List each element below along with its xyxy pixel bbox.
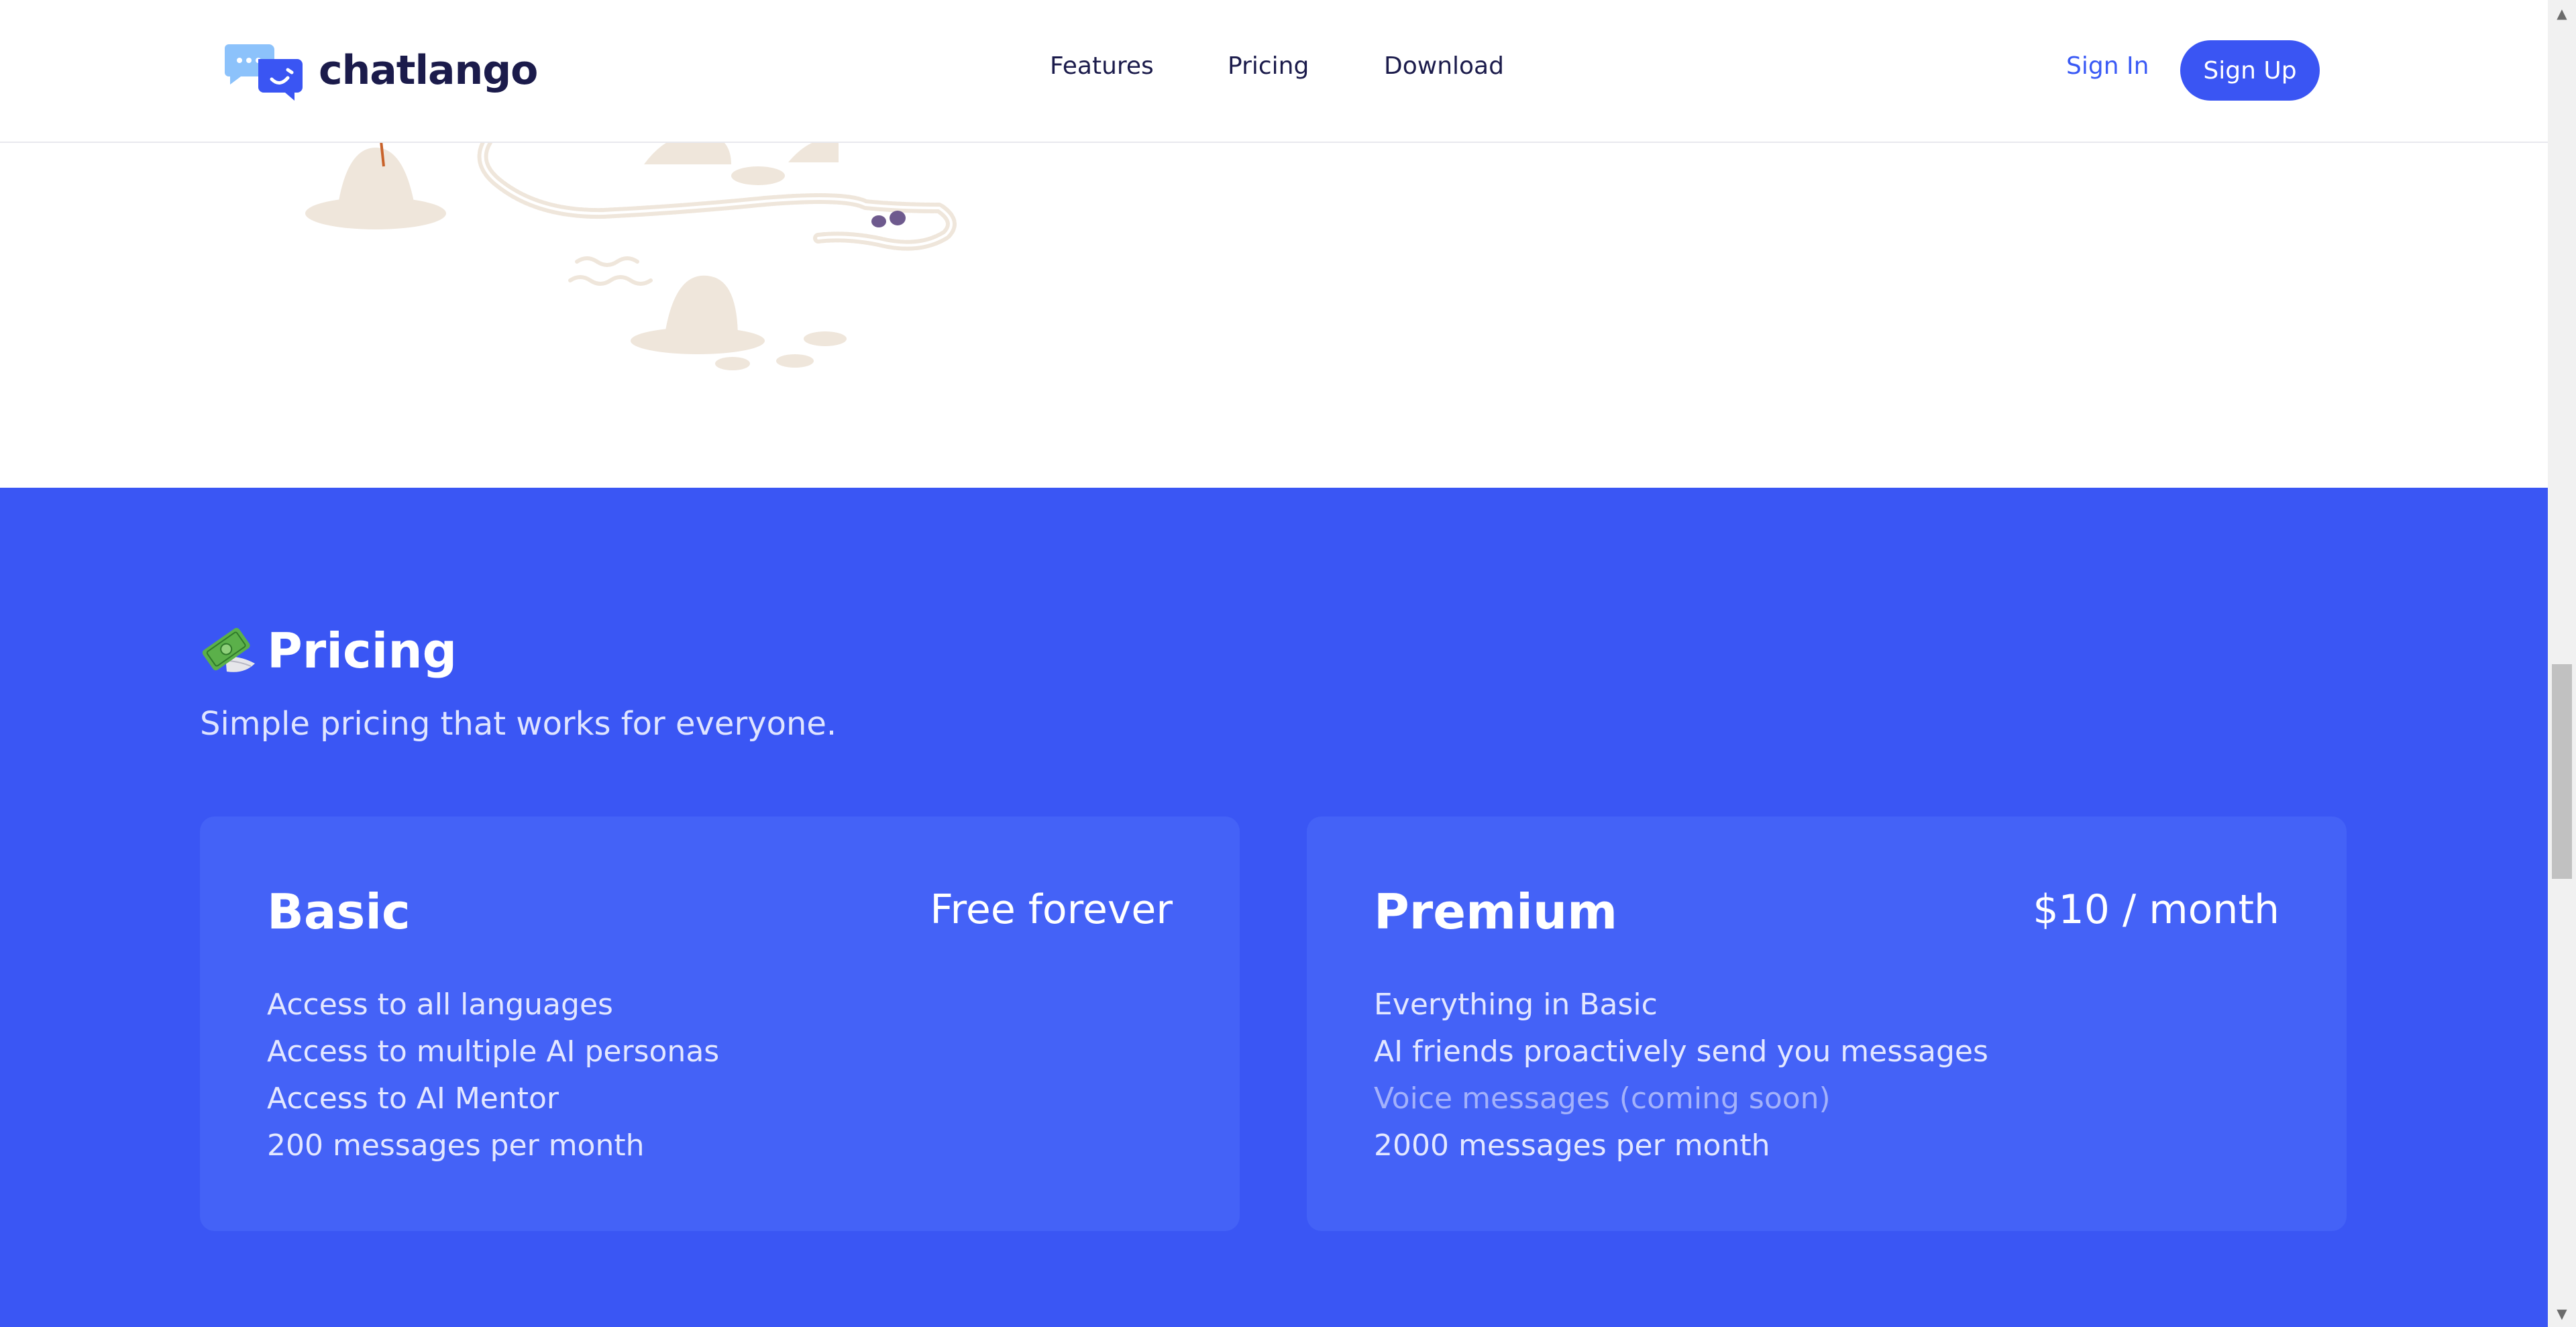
plan-feature: Everything in Basic [1374,988,1658,1022]
plan-price: $10 / month [2033,886,2279,933]
sign-up-button[interactable]: Sign Up [2180,40,2320,101]
plan-feature: 2000 messages per month [1374,1128,1770,1163]
pricing-section: Pricing Simple pricing that works for ev… [0,488,2548,1327]
plan-feature-coming-soon: Voice messages (coming soon) [1374,1081,1831,1116]
page-scrollbar[interactable]: ▲ ▼ [2548,0,2576,1327]
plan-feature: Access to AI Mentor [267,1081,559,1116]
plan-feature: 200 messages per month [267,1128,645,1163]
plan-feature-list: Access to all languages Access to multip… [267,981,719,1169]
logo[interactable]: chatlango [225,40,538,101]
island-map-illustration [305,134,957,370]
plan-feature: Access to multiple AI personas [267,1034,720,1069]
nav-download-link[interactable]: Download [1384,52,1504,80]
plan-name: Basic [267,884,411,940]
nav-features-link[interactable]: Features [1050,52,1154,80]
pricing-subtitle: Simple pricing that works for everyone. [200,705,837,743]
money-with-wings-icon [202,627,255,672]
plan-feature-list: Everything in Basic AI friends proactive… [1374,981,1988,1169]
scroll-down-arrow-icon[interactable]: ▼ [2548,1300,2576,1327]
sign-in-link[interactable]: Sign In [2066,52,2149,80]
scrollbar-thumb[interactable] [2552,664,2572,879]
basic-plan-card: Basic Free forever Access to all languag… [200,816,1240,1231]
scroll-up-arrow-icon[interactable]: ▲ [2548,0,2576,27]
plan-price: Free forever [930,886,1173,933]
site-header: chatlango Features Pricing Download Sign… [0,0,2548,143]
pricing-title: Pricing [200,622,457,680]
pricing-heading: Pricing [267,623,458,679]
plan-feature: Access to all languages [267,988,613,1022]
plan-feature: AI friends proactively send you messages [1374,1034,1988,1069]
premium-plan-card: Premium $10 / month Everything in Basic … [1307,816,2347,1231]
nav-pricing-link[interactable]: Pricing [1228,52,1309,80]
plan-name: Premium [1374,884,1618,940]
chat-bubbles-logo-icon [225,44,303,101]
logo-text: chatlango [319,47,538,94]
